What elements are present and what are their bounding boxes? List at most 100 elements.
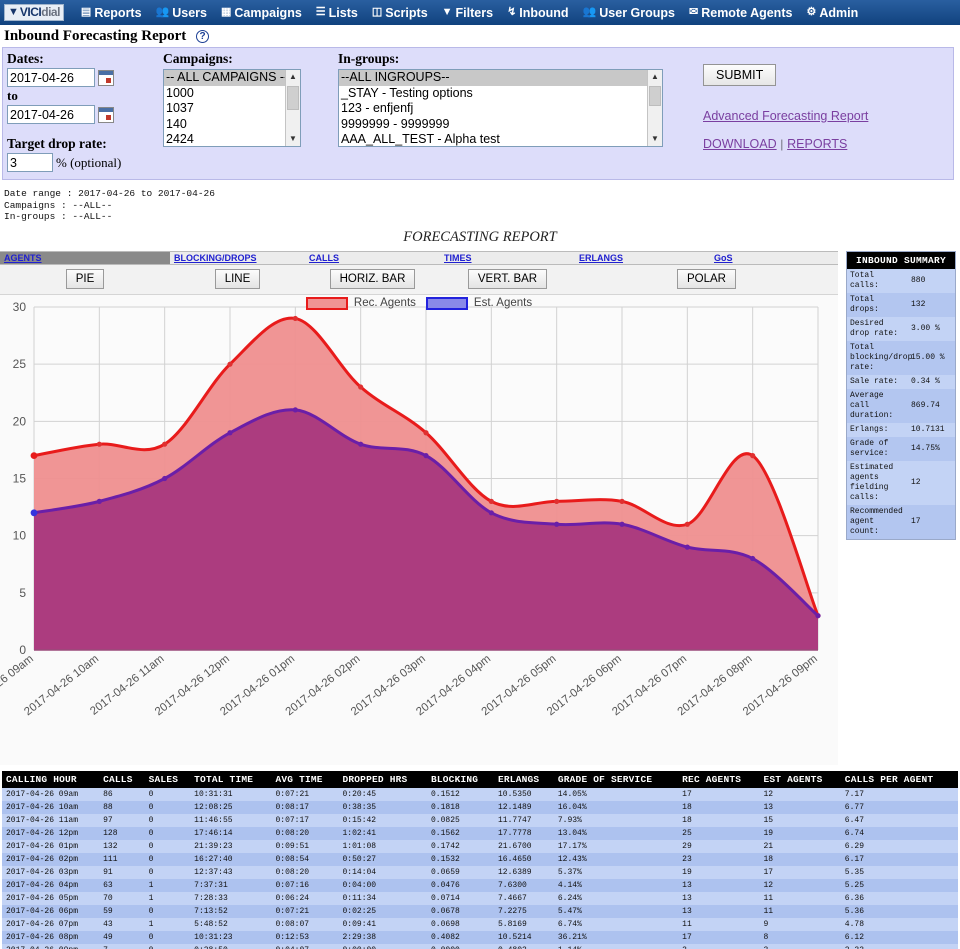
inbound-summary-panel: INBOUND SUMMARY Total calls:880Total dro… — [846, 251, 956, 540]
reports-link[interactable]: REPORTS — [787, 137, 847, 151]
nav-label: Admin — [819, 6, 858, 20]
campaigns-label: Campaigns: — [163, 51, 301, 67]
scroll-down-icon[interactable]: ▼ — [648, 132, 662, 146]
nav-item-remote-agents[interactable]: ✉Remote Agents — [689, 6, 792, 20]
table-cell: 59 — [99, 905, 145, 918]
svg-text:5: 5 — [19, 585, 26, 599]
tab-times[interactable]: TIMES — [440, 252, 575, 264]
legend-item-est-agents: Est. Agents — [426, 297, 532, 310]
summary-row-value: 132 — [909, 298, 955, 312]
list-item[interactable]: _STAY - Testing options — [339, 86, 662, 102]
date-to-input[interactable] — [7, 105, 95, 124]
page-title-text: Inbound Forecasting Report — [4, 28, 186, 44]
summary-title: INBOUND SUMMARY — [847, 252, 955, 269]
table-cell: 6.74 — [841, 827, 958, 840]
calendar-icon[interactable] — [98, 70, 114, 86]
table-column-header: ERLANGS — [494, 771, 554, 788]
report-icon: ▤ — [81, 7, 91, 18]
nav-item-scripts[interactable]: ◫Scripts — [372, 6, 428, 20]
inbound-icon: ↯ — [507, 7, 516, 18]
summary-row-value: 880 — [909, 274, 955, 288]
legend-swatch-est-agents — [426, 297, 468, 310]
summary-row: Total drops:132 — [847, 293, 955, 317]
table-cell: 6.24% — [554, 892, 678, 905]
table-cell: 1:02:41 — [338, 827, 427, 840]
filter-icon: ▼ — [442, 7, 453, 18]
table-cell: 2017-04-26 06pm — [2, 905, 99, 918]
table-row: 2017-04-26 01pm132021:39:230:09:511:01:0… — [2, 840, 958, 853]
table-cell: 11 — [759, 892, 840, 905]
campaigns-listbox[interactable]: -- ALL CAMPAIGNS -- 1000 1037 140 2424 ▲… — [163, 69, 301, 147]
list-item[interactable]: 1000 — [164, 86, 300, 102]
nav-label: Lists — [329, 6, 358, 20]
tab-calls[interactable]: CALLS — [305, 252, 440, 264]
list-item[interactable]: AAA_ALL_TEST - Alpha test — [339, 132, 662, 147]
list-item[interactable]: 2424 — [164, 132, 300, 147]
scroll-up-icon[interactable]: ▲ — [648, 70, 662, 84]
scroll-down-icon[interactable]: ▼ — [286, 132, 300, 146]
tab-agents[interactable]: AGENTS — [0, 252, 170, 264]
line-chart-button[interactable]: LINE — [215, 269, 261, 289]
campaigns-scrollbar[interactable]: ▲ ▼ — [285, 70, 300, 146]
nav-item-reports[interactable]: ▤Reports — [81, 6, 142, 20]
nav-item-admin[interactable]: ⚙Admin — [806, 6, 858, 20]
scroll-up-icon[interactable]: ▲ — [286, 70, 300, 84]
table-cell: 0:04:00 — [338, 879, 427, 892]
help-icon[interactable]: ? — [196, 30, 209, 43]
table-cell: 7:37:31 — [190, 879, 271, 892]
advanced-forecasting-report-link[interactable]: Advanced Forecasting Report — [703, 109, 868, 123]
table-cell: 11 — [759, 905, 840, 918]
horizontal-bar-chart-button[interactable]: HORIZ. BAR — [330, 269, 416, 289]
table-row: 2017-04-26 10am88012:08:250:08:170:38:35… — [2, 801, 958, 814]
ingroups-listbox[interactable]: --ALL INGROUPS-- _STAY - Testing options… — [338, 69, 663, 147]
nav-item-inbound[interactable]: ↯Inbound — [507, 6, 569, 20]
pie-chart-button[interactable]: PIE — [66, 269, 105, 289]
nav-item-user-groups[interactable]: 👥User Groups — [583, 6, 675, 20]
date-from-input[interactable] — [7, 68, 95, 87]
vicidial-logo[interactable]: ▼VICIdial — [4, 4, 64, 21]
table-cell: 0 — [145, 801, 191, 814]
nav-item-filters[interactable]: ▼Filters — [442, 6, 493, 20]
nav-item-users[interactable]: 👥Users — [156, 6, 207, 20]
list-item[interactable]: --ALL INGROUPS-- — [339, 70, 662, 86]
summary-row-value: 0.34 % — [909, 375, 955, 389]
list-item[interactable]: 140 — [164, 117, 300, 133]
polar-chart-button[interactable]: POLAR — [677, 269, 736, 289]
table-cell: 0:09:51 — [271, 840, 338, 853]
table-cell: 9 — [759, 918, 840, 931]
tab-erlangs[interactable]: ERLANGS — [575, 252, 710, 264]
date-to-row — [7, 105, 157, 124]
ingroups-scrollbar[interactable]: ▲ ▼ — [647, 70, 662, 146]
summary-row-key: Average call duration: — [847, 389, 909, 423]
table-row: 2017-04-26 09pm700:28:500:04:070:00:000.… — [2, 944, 958, 949]
submit-button[interactable]: SUBMIT — [703, 64, 776, 86]
table-cell: 5:48:52 — [190, 918, 271, 931]
table-cell: 7:13:52 — [190, 905, 271, 918]
scrollbar-thumb[interactable] — [649, 86, 661, 106]
summary-row: Desired drop rate:3.00 % — [847, 317, 955, 341]
table-cell: 11:46:55 — [190, 814, 271, 827]
target-drop-rate-input[interactable] — [7, 153, 53, 172]
calendar-icon[interactable] — [98, 107, 114, 123]
table-cell: 17:46:14 — [190, 827, 271, 840]
list-item[interactable]: 123 - enfjenfj — [339, 101, 662, 117]
summary-row-key: Desired drop rate: — [847, 317, 909, 341]
summary-row: Recommended agent count:17 — [847, 505, 955, 539]
download-link[interactable]: DOWNLOAD — [703, 137, 777, 151]
summary-row-value: 17 — [909, 515, 955, 529]
nav-item-campaigns[interactable]: ▦Campaigns — [221, 6, 302, 20]
vertical-bar-chart-button[interactable]: VERT. BAR — [468, 269, 547, 289]
table-cell: 1.14% — [554, 944, 678, 949]
list-item[interactable]: 9999999 - 9999999 — [339, 117, 662, 133]
list-item[interactable]: 1037 — [164, 101, 300, 117]
meta-campaigns: Campaigns : --ALL-- — [4, 200, 960, 212]
nav-item-lists[interactable]: ☰Lists — [316, 6, 358, 20]
table-cell: 0.1742 — [427, 840, 494, 853]
table-cell: 13 — [678, 879, 759, 892]
tab-gos[interactable]: GoS — [710, 252, 838, 264]
tab-blocking-drops[interactable]: BLOCKING/DROPS — [170, 252, 305, 264]
scrollbar-thumb[interactable] — [287, 86, 299, 110]
table-cell: 14.05% — [554, 788, 678, 801]
campaigns-column: Campaigns: -- ALL CAMPAIGNS -- 1000 1037… — [163, 51, 301, 147]
list-item[interactable]: -- ALL CAMPAIGNS -- — [164, 70, 300, 86]
